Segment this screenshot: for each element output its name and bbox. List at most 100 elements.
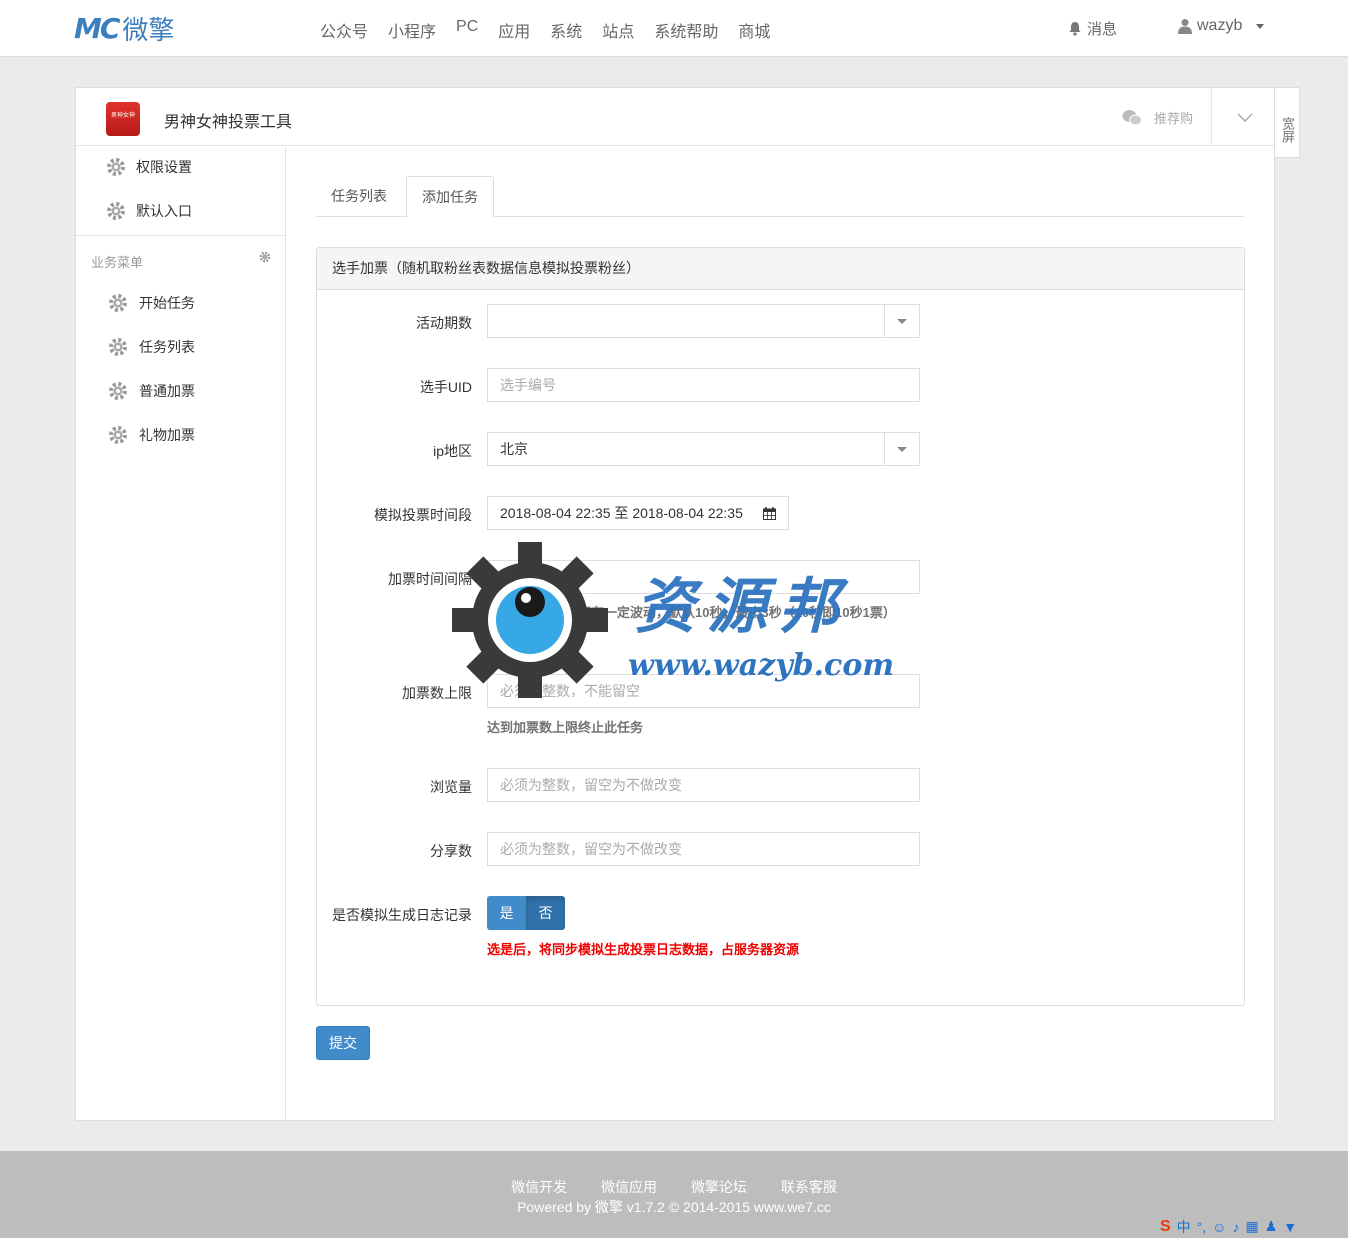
sidebar-item-permissions[interactable]: 权限设置 <box>106 157 192 177</box>
punctuation-icon: °, <box>1196 1218 1207 1235</box>
chevron-down-icon[interactable] <box>1236 106 1254 128</box>
form-title: 选手加票（随机取粉丝表数据信息模拟投票粉丝） <box>317 248 1244 290</box>
gear-icon <box>109 426 127 444</box>
views-input[interactable]: 必须为整数，留空为不做改变 <box>487 768 920 802</box>
gear-icon <box>107 202 125 220</box>
ime-mode: 中 <box>1176 1218 1191 1235</box>
app-title: 男神女神投票工具 <box>164 114 293 131</box>
keyboard-icon: ▦ <box>1245 1218 1259 1234</box>
gear-icon <box>107 158 125 176</box>
chevron-down-icon <box>1256 23 1265 29</box>
gear-icon[interactable] <box>259 251 271 263</box>
user-icon: ♟ <box>1264 1218 1278 1234</box>
limit-input[interactable]: 必须为整数，不能留空 <box>487 674 920 708</box>
interval-input[interactable]: 10 <box>487 560 920 594</box>
limit-help: 达到加票数上限终止此任务 <box>487 720 644 735</box>
chevron-down-icon <box>884 305 919 337</box>
tab-task-list[interactable]: 任务列表 <box>316 176 402 217</box>
messages-label: 消息 <box>1087 21 1118 38</box>
emoji-icon: ☺ <box>1212 1218 1227 1235</box>
nav-item-pc[interactable]: PC <box>456 18 478 42</box>
tab-add-task[interactable]: 添加任务 <box>406 176 494 218</box>
sidebar-item-label: 任务列表 <box>139 339 195 355</box>
logo-text: 微擎 <box>122 14 175 45</box>
region-label: ip地区 <box>433 443 472 459</box>
nav-item-official-account[interactable]: 公众号 <box>320 18 368 42</box>
period-select[interactable] <box>487 304 920 338</box>
shirt-icon: ▼ <box>1283 1218 1298 1235</box>
footer-link-support[interactable]: 联系客服 <box>781 1179 837 1195</box>
timerange-value: 2018-08-04 22:35 至 2018-08-04 22:35 <box>500 505 743 521</box>
wide-screen-button[interactable]: 宽屏 <box>1274 87 1300 158</box>
limit-label: 加票数上限 <box>402 685 472 701</box>
sidebar-item-label: 权限设置 <box>136 159 192 175</box>
logo[interactable]: MC 微擎 <box>74 11 175 45</box>
recommend-label: 推荐购 <box>1154 111 1194 126</box>
app-header: 男神女神 男神女神投票工具 推荐购 <box>76 88 1274 146</box>
submit-button[interactable]: 提交 <box>316 1026 370 1060</box>
sidebar-item-default-entry[interactable]: 默认入口 <box>106 201 192 221</box>
region-select[interactable]: 北京 <box>487 432 920 466</box>
log-no-button[interactable]: 否 <box>526 896 565 930</box>
sidebar-item-label: 默认入口 <box>136 203 192 219</box>
tab-bar: 任务列表 添加任务 <box>316 176 1244 218</box>
microphone-icon: ♪ <box>1232 1218 1240 1235</box>
nav-item-apps[interactable]: 应用 <box>498 18 530 42</box>
log-yes-button[interactable]: 是 <box>487 896 526 930</box>
footer-copyright: Powered by 微擎 v1.7.2 © 2014-2015 www.we7… <box>517 1199 831 1215</box>
nav-item-help[interactable]: 系统帮助 <box>654 18 718 42</box>
region-value: 北京 <box>500 441 528 457</box>
main-nav: 公众号 小程序 PC 应用 系统 站点 系统帮助 商城 <box>310 18 780 42</box>
ime-toolbar[interactable]: S 中 °, ☺ ♪ ▦ ♟ ▼ <box>1160 1215 1297 1238</box>
calendar-icon <box>763 506 776 520</box>
interval-help: 实际间隔时间上下有一定波动，默认10秒，最小3秒（10秒即10秒1票） <box>487 605 896 620</box>
sidebar-divider <box>76 235 285 236</box>
app-icon: 男神女神 <box>106 102 140 136</box>
sidebar: 权限设置 默认入口 业务菜单 开始任务 任务列表 普通加票 礼物加票 <box>76 147 286 1120</box>
views-label: 浏览量 <box>430 779 472 795</box>
sidebar-item-normal-vote[interactable]: 普通加票 <box>108 381 195 401</box>
sidebar-item-label: 开始任务 <box>139 295 195 311</box>
log-help: 选是后，将同步模拟生成投票日志数据，占服务器资源 <box>487 942 800 957</box>
gear-icon <box>109 294 127 312</box>
nav-item-system[interactable]: 系统 <box>550 18 582 42</box>
logo-mark: MC <box>74 11 120 45</box>
sidebar-item-label: 礼物加票 <box>139 427 195 443</box>
header-divider <box>1211 88 1212 146</box>
main-panel: 男神女神 男神女神投票工具 推荐购 权限设置 默认入口 业务菜单 开始任务 任务… <box>75 87 1275 1121</box>
nav-item-mini-program[interactable]: 小程序 <box>388 18 436 42</box>
log-label: 是否模拟生成日志记录 <box>332 907 472 923</box>
timerange-label: 模拟投票时间段 <box>374 507 472 523</box>
footer: 微信开发 微信应用 微擎论坛 联系客服 Powered by 微擎 v1.7.2… <box>0 1151 1348 1238</box>
user-menu[interactable]: wazyb <box>1178 17 1265 35</box>
user-icon <box>1178 19 1192 34</box>
username: wazyb <box>1197 17 1243 34</box>
sogou-icon: S <box>1160 1217 1171 1235</box>
period-label: 活动期数 <box>416 315 472 331</box>
sidebar-item-task-list[interactable]: 任务列表 <box>108 337 195 357</box>
sidebar-item-gift-vote[interactable]: 礼物加票 <box>108 425 195 445</box>
recommend-button[interactable]: 推荐购 <box>1122 108 1193 127</box>
shares-label: 分享数 <box>430 843 472 859</box>
footer-link-wechat-apps[interactable]: 微信应用 <box>601 1179 657 1195</box>
messages-link[interactable]: 消息 <box>1068 18 1117 39</box>
sidebar-group-title: 业务菜单 <box>91 255 144 270</box>
nav-item-site[interactable]: 站点 <box>602 18 634 42</box>
uid-label: 选手UID <box>419 379 472 395</box>
bell-icon <box>1069 22 1081 36</box>
footer-links: 微信开发 微信应用 微擎论坛 联系客服 <box>0 1177 1348 1197</box>
top-navbar: MC 微擎 公众号 小程序 PC 应用 系统 站点 系统帮助 商城 消息 waz… <box>0 0 1348 57</box>
add-vote-form: 选手加票（随机取粉丝表数据信息模拟投票粉丝） 活动期数 选手UID 选手编号 i… <box>316 247 1245 1006</box>
footer-link-wechat-dev[interactable]: 微信开发 <box>511 1179 567 1195</box>
footer-link-forum[interactable]: 微擎论坛 <box>691 1179 747 1195</box>
log-toggle: 是 否 <box>487 896 565 930</box>
gear-icon <box>109 382 127 400</box>
sidebar-item-label: 普通加票 <box>139 383 195 399</box>
nav-item-mall[interactable]: 商城 <box>738 18 770 42</box>
sidebar-item-start-task[interactable]: 开始任务 <box>108 293 195 313</box>
shares-input[interactable]: 必须为整数，留空为不做改变 <box>487 832 920 866</box>
timerange-picker[interactable]: 2018-08-04 22:35 至 2018-08-04 22:35 <box>487 496 789 530</box>
uid-input[interactable]: 选手编号 <box>487 368 920 402</box>
chevron-down-icon <box>884 433 919 465</box>
wechat-icon <box>1122 110 1142 126</box>
